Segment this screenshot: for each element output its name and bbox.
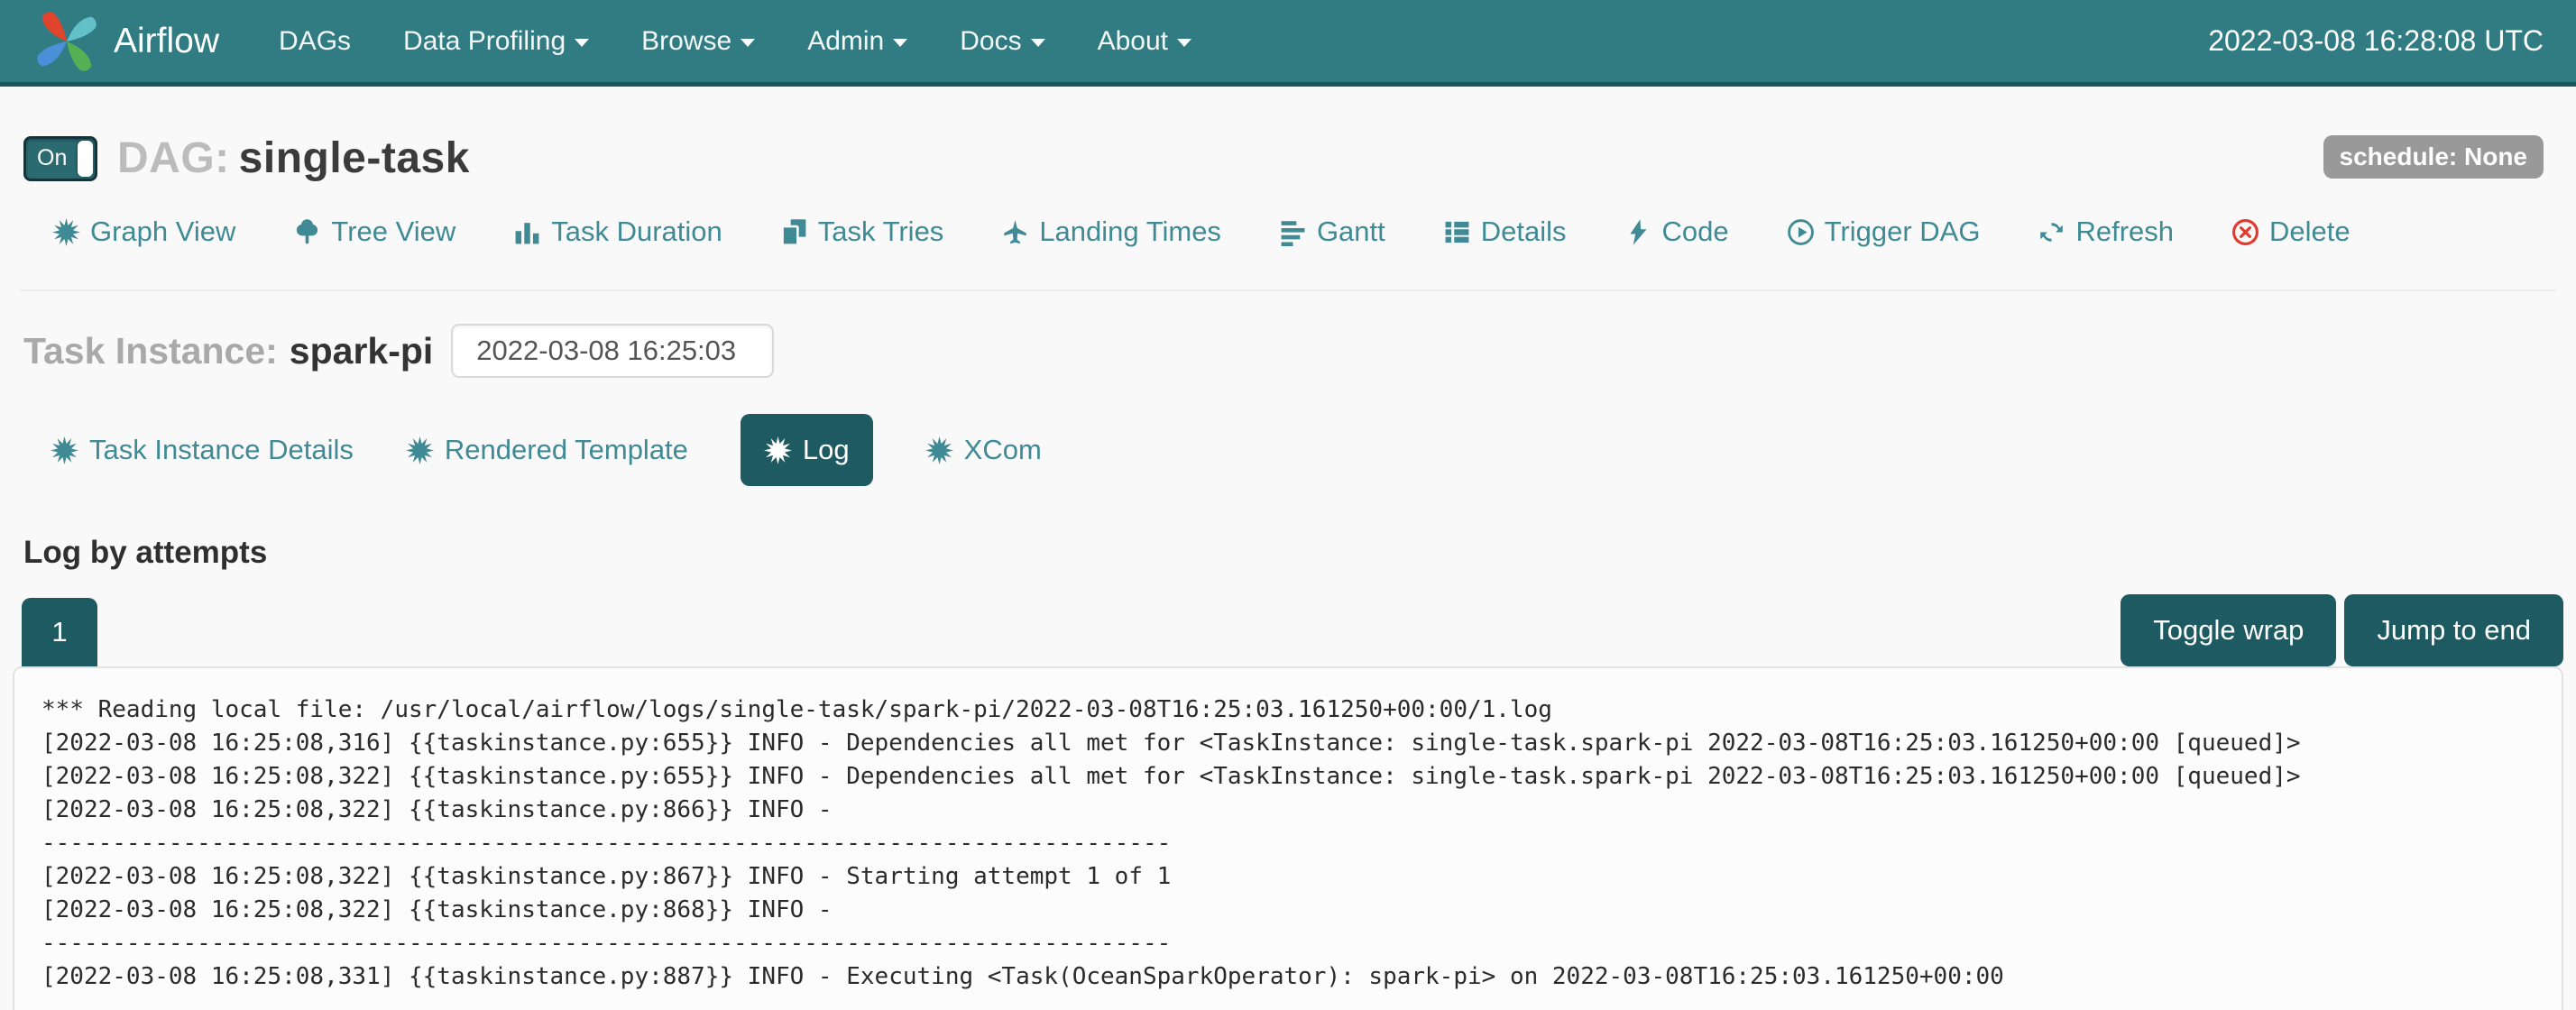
task-name: spark-pi [290, 330, 434, 372]
tab-details[interactable]: Details [1443, 216, 1567, 248]
play-circle-icon [1787, 218, 1815, 246]
toggle-wrap-button[interactable]: Toggle wrap [2121, 594, 2336, 666]
brand-name: Airflow [114, 22, 219, 61]
tab-tree-view[interactable]: Tree View [293, 216, 455, 248]
jump-to-end-button[interactable]: Jump to end [2344, 594, 2563, 666]
tab-delete[interactable]: Delete [2231, 216, 2351, 248]
chevron-down-icon [1177, 39, 1191, 47]
execution-date-input[interactable] [451, 324, 774, 378]
dag-title-prefix: DAG: [117, 134, 230, 182]
task-instance-row: Task Instance: spark-pi [23, 324, 2576, 378]
tab-code[interactable]: Code [1624, 216, 1729, 248]
dag-name: single-task [239, 134, 470, 182]
chevron-down-icon [893, 39, 907, 47]
task-instance-actions: Task Instance Details Rendered Template … [51, 414, 2576, 486]
task-instance-label: Task Instance: [23, 330, 278, 372]
toggle-on-label: On [37, 145, 67, 171]
tab-graph-view[interactable]: Graph View [52, 216, 235, 248]
chevron-down-icon [741, 39, 755, 47]
bolt-icon [1624, 218, 1652, 246]
button-task-instance-details[interactable]: Task Instance Details [51, 434, 354, 466]
top-navbar: Airflow DAGs Data Profiling Browse Admin… [0, 0, 2576, 87]
divider [20, 289, 2556, 291]
plane-icon [1001, 218, 1029, 246]
page-title: DAG:single-task [117, 133, 470, 183]
tab-refresh[interactable]: Refresh [2038, 216, 2174, 248]
nav-item-docs[interactable]: Docs [960, 26, 1044, 57]
nav-item-browse[interactable]: Browse [641, 26, 755, 57]
tab-task-tries[interactable]: Task Tries [780, 216, 944, 248]
log-output-panel: *** Reading local file: /usr/local/airfl… [13, 666, 2563, 1010]
attempt-1-tab[interactable]: 1 [22, 598, 97, 666]
starburst-icon [52, 218, 80, 246]
navbar-menu: DAGs Data Profiling Browse Admin Docs Ab… [279, 26, 1191, 57]
tab-landing-times[interactable]: Landing Times [1001, 216, 1221, 248]
starburst-icon [764, 436, 792, 464]
log-controls: 1 Toggle wrap Jump to end [22, 594, 2563, 666]
toggle-knob [78, 141, 93, 177]
align-left-icon [1279, 218, 1307, 246]
chevron-down-icon [575, 39, 589, 47]
tab-gantt[interactable]: Gantt [1279, 216, 1385, 248]
bar-chart-icon [513, 218, 541, 246]
dag-pause-toggle[interactable]: On [23, 136, 97, 181]
dag-header: On DAG:single-task schedule: None [23, 133, 2544, 183]
starburst-icon [406, 436, 434, 464]
starburst-icon [51, 436, 78, 464]
log-by-attempts-heading: Log by attempts [23, 535, 2576, 571]
duplicate-icon [780, 218, 808, 246]
starburst-icon [925, 436, 953, 464]
nav-item-about[interactable]: About [1098, 26, 1191, 57]
log-buttons: Toggle wrap Jump to end [2121, 594, 2563, 666]
chevron-down-icon [1031, 39, 1045, 47]
nav-item-data-profiling[interactable]: Data Profiling [403, 26, 589, 57]
airflow-pinwheel-logo-icon [32, 7, 101, 76]
tab-task-duration[interactable]: Task Duration [513, 216, 722, 248]
refresh-icon [2038, 218, 2065, 246]
nav-item-dags[interactable]: DAGs [279, 26, 351, 57]
schedule-badge: schedule: None [2323, 135, 2544, 179]
tree-icon [293, 218, 321, 246]
remove-circle-icon [2231, 218, 2259, 246]
dag-view-tabs: Graph View Tree View Task Duration Task … [52, 216, 2549, 248]
log-text: *** Reading local file: /usr/local/airfl… [41, 693, 2535, 994]
tab-trigger-dag[interactable]: Trigger DAG [1787, 216, 1981, 248]
airflow-brand[interactable]: Airflow [32, 7, 219, 76]
button-rendered-template[interactable]: Rendered Template [406, 434, 688, 466]
button-log-active[interactable]: Log [741, 414, 873, 486]
button-xcom[interactable]: XCom [925, 434, 1042, 466]
list-icon [1443, 218, 1471, 246]
nav-item-admin[interactable]: Admin [807, 26, 907, 57]
utc-clock: 2022-03-08 16:28:08 UTC [2208, 24, 2544, 58]
